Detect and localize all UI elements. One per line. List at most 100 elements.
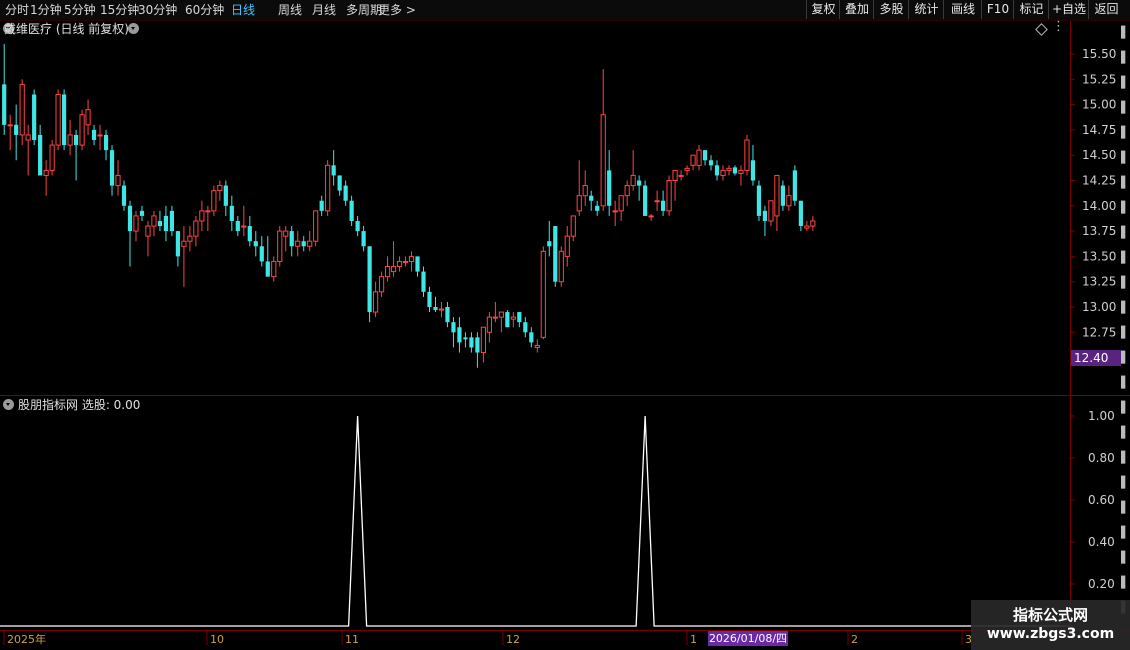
candle-body (564, 235, 570, 257)
candle-body (62, 94, 67, 146)
date-tick-label: 1 (690, 633, 697, 646)
candle-body (630, 174, 636, 187)
candle-body (798, 200, 803, 227)
candle-body (498, 311, 504, 318)
side-panel-glyph: ▌ (1121, 226, 1130, 239)
candle-body (97, 134, 103, 137)
price-tick-label: 13.50 (1082, 249, 1116, 263)
price-tick-label: 14.25 (1082, 174, 1116, 188)
candle-body (696, 149, 702, 166)
candle-body (589, 195, 594, 201)
candle-body (115, 174, 121, 187)
candle-body (786, 195, 792, 207)
side-panel-glyph: ▌ (1121, 526, 1130, 539)
candle-body (199, 210, 205, 222)
candle-body (181, 240, 187, 247)
candle-body (480, 326, 486, 354)
candle-body (259, 246, 264, 262)
candle-body (79, 114, 85, 146)
side-panel-glyph: ▌ (1121, 501, 1130, 514)
candle-body (774, 174, 780, 217)
candle-body (438, 308, 445, 311)
candle-body (19, 83, 25, 136)
indicator-dropdown-icon[interactable] (3, 399, 14, 410)
date-tick-label: 11 (345, 633, 359, 646)
candle-body (217, 185, 223, 192)
candle-body (570, 215, 576, 237)
indicator-tick-label: 0.20 (1088, 577, 1115, 591)
date-tick-label: 12 (506, 633, 520, 646)
candle-body (672, 169, 678, 182)
candle-body (139, 210, 145, 216)
candle-body (505, 312, 510, 328)
candle-body (486, 316, 492, 333)
candle-body (235, 220, 240, 232)
candle-body (361, 231, 366, 247)
side-panel-glyph: ▌ (1121, 176, 1130, 189)
candle-body (67, 134, 73, 146)
candle-body (612, 210, 618, 213)
candle-body (595, 205, 600, 211)
candle-body (109, 150, 115, 186)
candle-body (402, 260, 409, 263)
side-panel-glyph: ▌ (1121, 151, 1130, 164)
candle-body (277, 230, 283, 262)
candle-body (289, 231, 294, 247)
indicator-signal-line (0, 415, 1070, 627)
candle-body (558, 250, 564, 283)
candle-body (637, 180, 642, 186)
side-panel-glyph: ▌ (1121, 351, 1130, 364)
candle-body (145, 225, 151, 237)
candle-body (205, 210, 211, 213)
side-panel-glyph: ▌ (1121, 426, 1130, 439)
indicator-title: 股朋指标网 选股: 0.00 (18, 398, 141, 412)
candle-body (547, 241, 552, 247)
candle-body (211, 190, 217, 212)
candle-body (313, 210, 319, 242)
candle-body (331, 165, 336, 176)
candle-body (576, 195, 582, 212)
watermark: 指标公式网 www.zbgs3.com (971, 600, 1130, 650)
candle-body (427, 291, 432, 307)
indicator-tick-label: 0.40 (1088, 535, 1115, 549)
candle-body (540, 250, 546, 338)
watermark-title: 指标公式网 (1012, 606, 1088, 624)
candle-body (175, 231, 181, 257)
main-title-dropdown-icon[interactable] (128, 23, 139, 34)
candle-body (295, 240, 301, 247)
candle-body (378, 276, 385, 293)
candle-body (103, 134, 109, 151)
candle-body (193, 220, 199, 237)
price-tick-label: 14.75 (1082, 123, 1116, 137)
candle-body (25, 134, 31, 141)
watermark-url: www.zbgs3.com (986, 626, 1115, 642)
candle-body (390, 266, 397, 273)
candle-body (7, 124, 13, 127)
candle-body (127, 205, 133, 232)
candle-body (247, 226, 252, 242)
candle-body (367, 246, 372, 313)
candle-body (553, 226, 558, 282)
candle-body (457, 327, 462, 343)
candle-body (768, 200, 774, 222)
candle-body (229, 205, 234, 221)
cursor-date-tag: 2026/01/08/四 (708, 631, 788, 646)
price-tick-label: 13.75 (1082, 224, 1116, 238)
price-tick-label: 15.25 (1082, 72, 1116, 86)
side-panel-glyph: ▌ (1121, 101, 1130, 114)
indicator-tick-label: 1.00 (1088, 409, 1115, 423)
candle-body (265, 261, 270, 277)
candle-body (582, 185, 588, 197)
candle-body (732, 167, 738, 174)
side-panel-glyph: ▌ (1121, 126, 1130, 139)
price-tick-label: 12.75 (1082, 325, 1116, 339)
candle-body (607, 170, 612, 206)
candle-body (253, 241, 258, 247)
candle-body (421, 271, 426, 292)
candle-body (433, 307, 438, 311)
candle-body (624, 185, 630, 197)
side-panel-glyph: ▌ (1121, 26, 1130, 39)
side-panel-glyph: ▌ (1121, 251, 1130, 264)
side-panel-glyph: ▌ (1121, 376, 1130, 389)
drag-handle-icon[interactable]: ⋮ (1052, 20, 1065, 34)
